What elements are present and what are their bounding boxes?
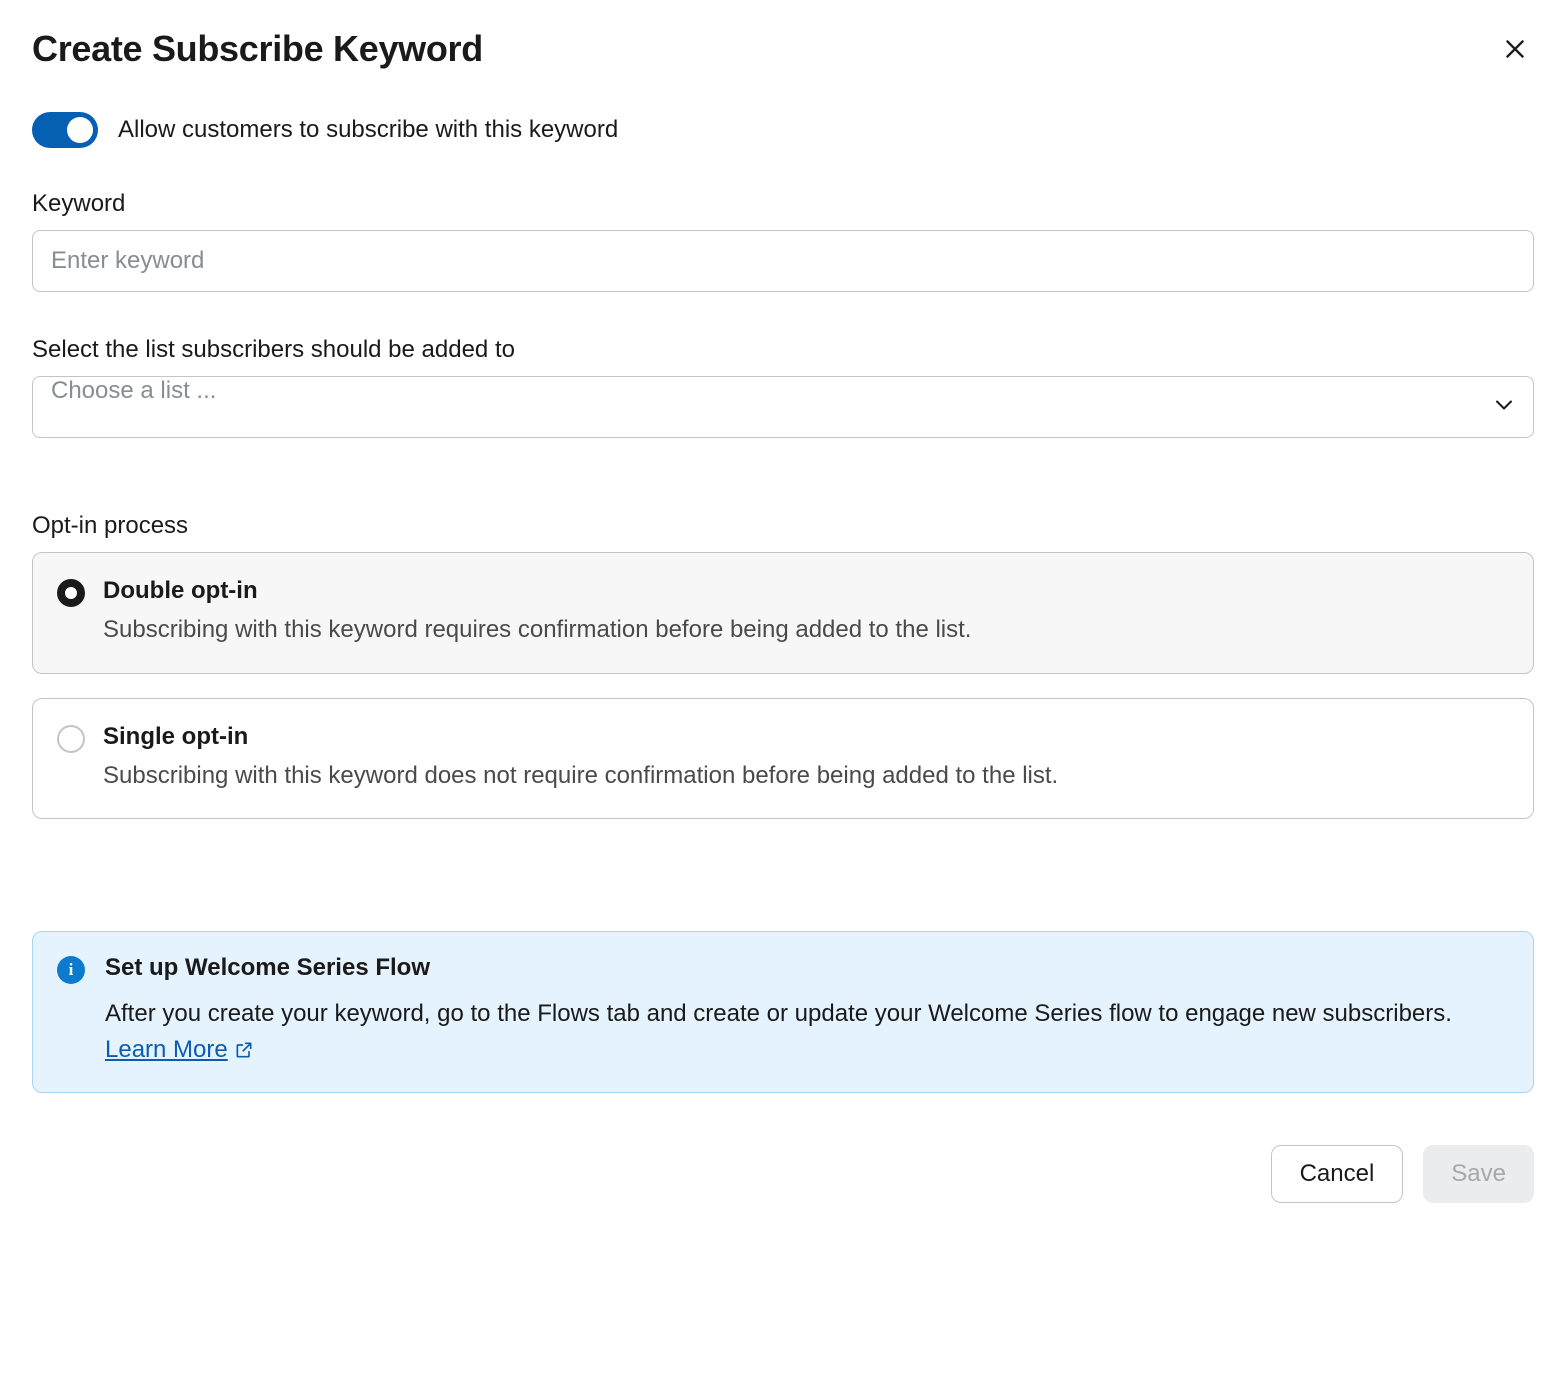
allow-subscribe-label: Allow customers to subscribe with this k… bbox=[118, 116, 618, 144]
info-body: After you create your keyword, go to the… bbox=[105, 1000, 1452, 1027]
learn-more-link[interactable]: Learn More bbox=[105, 1032, 254, 1068]
optin-single-desc: Subscribing with this keyword does not r… bbox=[103, 759, 1058, 793]
cancel-button[interactable]: Cancel bbox=[1271, 1145, 1404, 1203]
radio-selected-icon bbox=[57, 579, 85, 607]
radio-unselected-icon bbox=[57, 725, 85, 753]
info-title: Set up Welcome Series Flow bbox=[105, 954, 1509, 982]
optin-single-card[interactable]: Single opt-in Subscribing with this keyw… bbox=[32, 698, 1534, 820]
keyword-label: Keyword bbox=[32, 190, 1534, 218]
list-label: Select the list subscribers should be ad… bbox=[32, 336, 1534, 364]
dialog-title: Create Subscribe Keyword bbox=[32, 28, 483, 70]
optin-double-desc: Subscribing with this keyword requires c… bbox=[103, 613, 971, 647]
optin-single-title: Single opt-in bbox=[103, 723, 1058, 751]
list-select[interactable]: Choose a list ... bbox=[32, 376, 1534, 438]
save-button[interactable]: Save bbox=[1423, 1145, 1534, 1203]
optin-label: Opt-in process bbox=[32, 512, 1534, 540]
close-icon bbox=[1502, 36, 1528, 62]
close-button[interactable] bbox=[1496, 30, 1534, 68]
optin-double-card[interactable]: Double opt-in Subscribing with this keyw… bbox=[32, 552, 1534, 674]
allow-subscribe-toggle[interactable] bbox=[32, 112, 98, 148]
info-icon: i bbox=[57, 956, 85, 984]
keyword-input[interactable] bbox=[32, 230, 1534, 292]
welcome-series-info: i Set up Welcome Series Flow After you c… bbox=[32, 931, 1534, 1093]
external-link-icon bbox=[234, 1040, 254, 1060]
optin-double-title: Double opt-in bbox=[103, 577, 971, 605]
info-text: After you create your keyword, go to the… bbox=[105, 996, 1509, 1068]
